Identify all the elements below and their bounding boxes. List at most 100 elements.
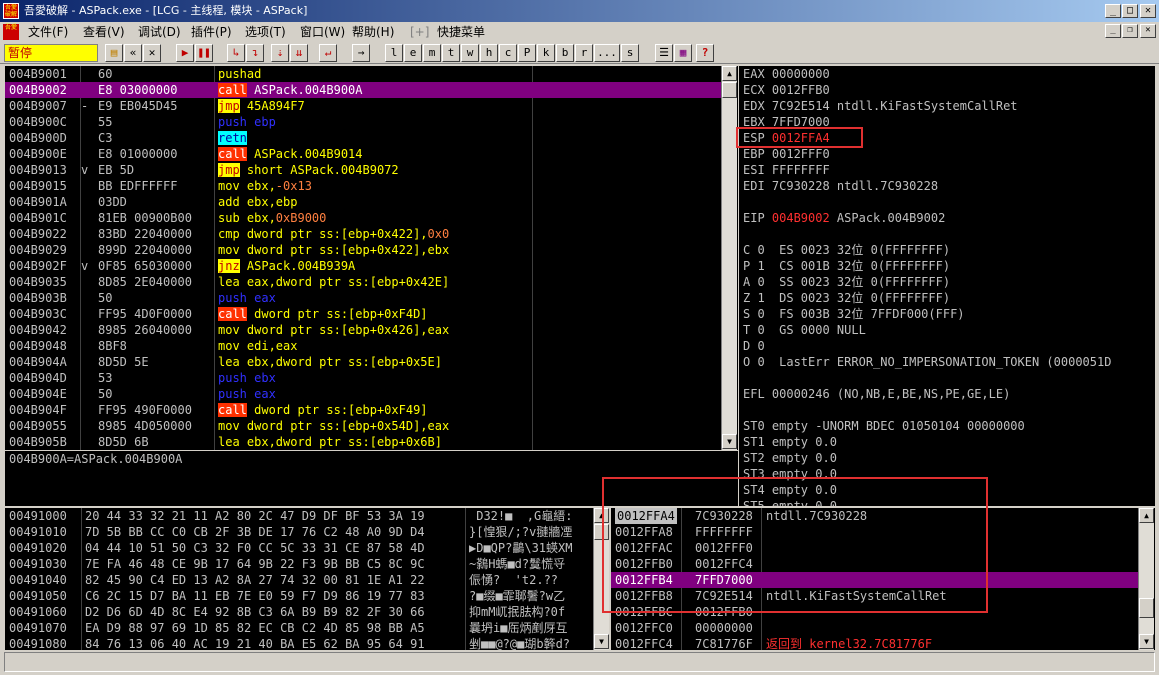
close-program-icon[interactable]: ✕ — [143, 44, 161, 62]
disasm-row[interactable]: 004B900D C3 retn — [5, 130, 721, 146]
menu-shortcut[interactable]: 快捷菜单 — [437, 22, 485, 42]
mdi-child-icon[interactable]: 吾愛 — [3, 24, 19, 40]
disasm-row[interactable]: 004B9035 8D85 2E040000 lea eax,dword ptr s… — [5, 274, 721, 290]
disasm-row[interactable]: 004B904D 53 push ebx — [5, 370, 721, 386]
child-minimize-button[interactable]: _ — [1105, 24, 1121, 38]
callstack-window-button[interactable]: k — [537, 44, 555, 62]
disasm-row[interactable]: 004B9015 BB EDFFFFFF mov ebx,-0x13 — [5, 178, 721, 194]
execute-till-return-icon[interactable]: ↵ — [319, 44, 337, 62]
disasm-row[interactable]: 004B9007- E9 EB045D45 jmp 45A894F7 — [5, 98, 721, 114]
dump-row[interactable]: 00491000 20 44 33 32 21 11 A2 80 2C 47 D9… — [5, 508, 593, 524]
dump-row[interactable]: 00491030 7E FA 46 48 CE 9B 17 64 9B 22 F3… — [5, 556, 593, 572]
hex-dump-pane[interactable]: 00491000 20 44 33 32 21 11 A2 80 2C 47 D9… — [5, 508, 609, 650]
stack-scrollbar[interactable]: ▲ ▼ — [1138, 508, 1154, 650]
disasm-row[interactable]: 004B902F v 0F85 65030000 jnz ASPack.004B939… — [5, 258, 721, 274]
disasm-row[interactable]: 004B900E E8 01000000 call ASPack.004B9014 — [5, 146, 721, 162]
pause-icon[interactable]: ❚❚ — [195, 44, 213, 62]
dump-row[interactable]: 00491060 D2 D6 6D 4D 8C E4 92 8B C3 6A B9… — [5, 604, 593, 620]
cpu-window-button[interactable]: c — [499, 44, 517, 62]
maximize-button[interactable]: □ — [1122, 4, 1138, 18]
run-trace-button[interactable]: ... — [594, 44, 620, 62]
disasm-row[interactable]: 004B9001 60 pushad — [5, 66, 721, 82]
help-icon[interactable]: ? — [696, 44, 714, 62]
close-button[interactable]: ✕ — [1140, 4, 1156, 18]
patches-window-button[interactable]: P — [518, 44, 536, 62]
scroll-down-arrow-icon[interactable]: ▼ — [594, 634, 609, 649]
register-row[interactable]: EAX 00000000 — [743, 66, 830, 82]
disasm-row[interactable]: 004B9042 8985 26040000 mov dword ptr ss:[e… — [5, 322, 721, 338]
list-icon[interactable]: ☰ — [655, 44, 673, 62]
dump-row[interactable]: 00491020 04 44 10 51 50 C3 32 F0 CC 5C 33… — [5, 540, 593, 556]
disasm-row[interactable]: 004B904A 8D5D 5E lea ebx,dword ptr ss:[ebp… — [5, 354, 721, 370]
register-row[interactable]: EDI 7C930228 ntdll.7C930228 — [743, 178, 938, 194]
disasm-row[interactable]: 004B904F FF95 490F0000 call dword ptr ss:[… — [5, 402, 721, 418]
stack-row[interactable]: 0012FFC0 00000000 — [611, 620, 1138, 636]
goto-icon[interactable]: → — [352, 44, 370, 62]
memory-window-button[interactable]: m — [423, 44, 441, 62]
dump-row[interactable]: 00491080 84 76 13 06 40 AC 19 21 40 BA E5… — [5, 636, 593, 650]
register-row[interactable]: ST0 empty -UNORM BDEC 01050104 00000000 — [743, 418, 1025, 434]
scroll-thumb[interactable] — [722, 82, 737, 98]
menu-debug[interactable]: 调试(D) — [138, 22, 181, 42]
register-row[interactable]: ST2 empty 0.0 — [743, 450, 837, 466]
scroll-down-arrow-icon[interactable]: ▼ — [722, 434, 737, 449]
register-row[interactable]: S 0 FS 003B 32位 7FFDF000(FFF) — [743, 306, 965, 322]
register-row[interactable]: P 1 CS 001B 32位 0(FFFFFFFF) — [743, 258, 950, 274]
register-row[interactable]: ESI FFFFFFFF — [743, 162, 830, 178]
register-row[interactable]: D 0 — [743, 338, 765, 354]
register-row[interactable]: Z 1 DS 0023 32位 0(FFFFFFFF) — [743, 290, 950, 306]
disasm-row[interactable]: 004B903B 50 push eax — [5, 290, 721, 306]
minimize-button[interactable]: _ — [1105, 4, 1121, 18]
open-icon[interactable]: ▤ — [105, 44, 123, 62]
breakpoints-window-button[interactable]: b — [556, 44, 574, 62]
disassembly-pane[interactable]: 004B9001 60 pushad 004B9002 E8 03000000 call … — [5, 66, 738, 450]
register-row[interactable]: A 0 SS 0023 32位 0(FFFFFFFF) — [743, 274, 950, 290]
scroll-up-arrow-icon[interactable]: ▲ — [1139, 508, 1154, 523]
scroll-up-arrow-icon[interactable]: ▲ — [722, 66, 737, 81]
disasm-row[interactable]: 004B9022 83BD 22040000 cmp dword ptr ss:[e… — [5, 226, 721, 242]
menu-plugins[interactable]: 插件(P) — [191, 22, 232, 42]
log-window-button[interactable]: l — [385, 44, 403, 62]
handles-window-button[interactable]: h — [480, 44, 498, 62]
disasm-row[interactable]: 004B9055 8985 4D050000 mov dword ptr ss:[e… — [5, 418, 721, 434]
menu-help[interactable]: 帮助(H) — [352, 22, 394, 42]
references-window-button[interactable]: r — [575, 44, 593, 62]
disasm-row[interactable]: 004B9002 E8 03000000 call ASPack.004B900A — [5, 82, 721, 98]
disasm-row[interactable]: 004B901C 81EB 00900B00 sub ebx,0xB9000 — [5, 210, 721, 226]
dump-row[interactable]: 00491050 C6 2C 15 D7 BA 11 EB 7E E0 59 F7… — [5, 588, 593, 604]
options-icon[interactable]: ▦ — [674, 44, 692, 62]
register-row[interactable]: EBP 0012FFF0 — [743, 146, 830, 162]
register-row[interactable]: C 0 ES 0023 32位 0(FFFFFFFF) — [743, 242, 950, 258]
run-icon[interactable]: ▶ — [176, 44, 194, 62]
stack-row[interactable]: 0012FFC4 7C81776F 返回到 kernel32.7C81776F — [611, 636, 1138, 650]
register-row[interactable]: EDX 7C92E514 ntdll.KiFastSystemCallRet — [743, 98, 1018, 114]
register-row[interactable]: O 0 LastErr ERROR_NO_IMPERSONATION_TOKEN… — [743, 354, 1111, 370]
menu-options[interactable]: 选项(T) — [245, 22, 286, 42]
disasm-row[interactable]: 004B9029 899D 22040000 mov dword ptr ss:[e… — [5, 242, 721, 258]
restart-icon[interactable]: « — [124, 44, 142, 62]
disassembly-scrollbar[interactable]: ▲ ▼ — [721, 66, 737, 450]
dump-row[interactable]: 00491010 7D 5B BB CC C0 CB 2F 3B DE 17 76… — [5, 524, 593, 540]
dump-row[interactable]: 00491040 82 45 90 C4 ED 13 A2 8A 27 74 32… — [5, 572, 593, 588]
windows-window-button[interactable]: w — [461, 44, 479, 62]
menu-file[interactable]: 文件(F) — [28, 22, 68, 42]
disasm-row[interactable]: 004B905B 8D5D 6B lea ebx,dword ptr ss:[ebp… — [5, 434, 721, 450]
register-row[interactable]: ST1 empty 0.0 — [743, 434, 837, 450]
child-restore-button[interactable]: ❐ — [1122, 24, 1138, 38]
scroll-thumb[interactable] — [1139, 598, 1154, 618]
disasm-row[interactable]: 004B904E 50 push eax — [5, 386, 721, 402]
source-window-button[interactable]: s — [621, 44, 639, 62]
dump-row[interactable]: 00491070 EA D9 88 97 69 1D 85 82 EC CB C2… — [5, 620, 593, 636]
disasm-row[interactable]: 004B901A 03DD add ebx,ebp — [5, 194, 721, 210]
modules-window-button[interactable]: e — [404, 44, 422, 62]
disasm-row[interactable]: 004B903C FF95 4D0F0000 call dword ptr ss:[… — [5, 306, 721, 322]
trace-into-icon[interactable]: ⇣ — [271, 44, 289, 62]
disasm-row[interactable]: 004B900C 55 push ebp — [5, 114, 721, 130]
step-over-icon[interactable]: ↴ — [246, 44, 264, 62]
register-row[interactable]: T 0 GS 0000 NULL — [743, 322, 866, 338]
disasm-row[interactable]: 004B9048 8BF8 mov edi,eax — [5, 338, 721, 354]
register-row[interactable]: EFL 00000246 (NO,NB,E,BE,NS,PE,GE,LE) — [743, 386, 1010, 402]
threads-window-button[interactable]: t — [442, 44, 460, 62]
step-into-icon[interactable]: ↳ — [227, 44, 245, 62]
menu-window[interactable]: 窗口(W) — [300, 22, 345, 42]
